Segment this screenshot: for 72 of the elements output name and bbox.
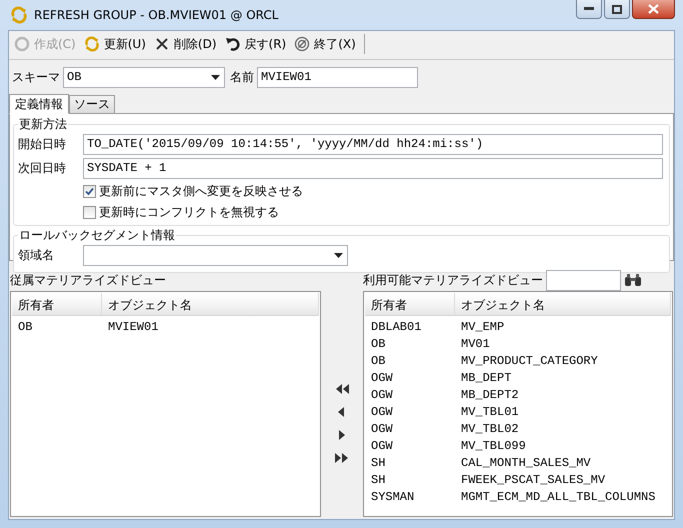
toolbar-button[interactable]: 削除(D) bbox=[150, 34, 220, 54]
table-cell-text: OB bbox=[17, 319, 34, 335]
tab[interactable]: ソース bbox=[69, 95, 115, 113]
toolbar-button[interactable]: 更新(U) bbox=[80, 34, 149, 54]
name-label: 名前 bbox=[230, 68, 254, 86]
group-title: 更新方法 bbox=[18, 116, 68, 133]
group-title: ロールバックセグメント情報 bbox=[18, 227, 176, 244]
checkbox[interactable] bbox=[83, 184, 96, 198]
table-cell-text: MGMT_ECM_MD_ALL_TBL_COLUMNS bbox=[460, 489, 656, 505]
binoculars-icon[interactable] bbox=[624, 273, 642, 287]
minimize-button[interactable] bbox=[576, 0, 602, 19]
checkbox-label: 更新前にマスタ側へ変更を反映させる bbox=[99, 182, 303, 200]
table-cell-text: SH bbox=[370, 455, 386, 471]
move-all-left-icon bbox=[334, 382, 350, 394]
toolbar-button[interactable]: 戻す(R) bbox=[222, 34, 290, 54]
table-cell-text: MB_DEPT2 bbox=[460, 387, 520, 403]
tab[interactable]: 定義情報 bbox=[9, 94, 69, 114]
list-title: 従属マテリアライズドビュー bbox=[10, 272, 166, 289]
refresh-icon bbox=[10, 6, 28, 24]
move-all-left-button[interactable] bbox=[334, 382, 350, 396]
name-field[interactable]: MVIEW01 bbox=[257, 66, 418, 88]
stop-icon bbox=[294, 36, 310, 52]
checkbox-label: 更新時にコンフリクトを無視する bbox=[99, 204, 279, 220]
close-icon bbox=[154, 36, 170, 52]
table-cell-text: DBLAB01 bbox=[370, 319, 422, 335]
table-cell-text: OGW bbox=[370, 370, 394, 386]
move-all-right-icon bbox=[334, 452, 350, 464]
circle-icon bbox=[14, 36, 30, 52]
field-label: 次回日時 bbox=[18, 160, 67, 177]
table-cell-text: OB bbox=[370, 336, 386, 352]
dropdown-caret-icon bbox=[211, 74, 220, 80]
table-cell-text: MV_TBL099 bbox=[460, 438, 527, 454]
table-cell-text: MB_DEPT bbox=[460, 370, 512, 386]
toolbar-button[interactable]: 終了(X) bbox=[291, 34, 359, 54]
column-header[interactable]: 所有者 bbox=[12, 293, 102, 315]
table-cell-text: MVIEW01 bbox=[107, 319, 160, 335]
column-header[interactable]: オブジェクト名 bbox=[102, 293, 319, 315]
search-field[interactable] bbox=[546, 270, 621, 290]
schema-dropdown[interactable]: OB bbox=[63, 66, 225, 88]
table-cell-text: OGW bbox=[370, 421, 394, 437]
table-cell-text: MV01 bbox=[460, 336, 491, 352]
refresh-icon bbox=[84, 36, 100, 52]
move-all-right-button[interactable] bbox=[334, 450, 350, 464]
table-cell-text: MV_EMP bbox=[460, 319, 506, 335]
table-cell-text: MV_PRODUCT_CATEGORY bbox=[460, 353, 599, 369]
maximize-button[interactable] bbox=[604, 0, 630, 19]
list-title: 利用可能マテリアライズドビュー bbox=[363, 272, 543, 288]
input-field[interactable]: SYSDATE + 1 bbox=[83, 158, 663, 179]
input-field[interactable]: TO_DATE('2015/09/09 10:14:55', 'yyyy/MM/dd hh24:mi:ss') bbox=[83, 134, 663, 155]
minimize-icon bbox=[584, 7, 594, 11]
table-cell-text: OB bbox=[370, 353, 386, 369]
table-cell-text: SYSMAN bbox=[370, 489, 416, 505]
table-cell-text: MV_TBL02 bbox=[460, 421, 520, 437]
table-cell-text: CAL_MONTH_SALES_MV bbox=[460, 455, 592, 471]
column-header[interactable]: オブジェクト名 bbox=[455, 293, 671, 315]
dropdown-caret-icon bbox=[334, 253, 343, 258]
checkbox[interactable] bbox=[83, 206, 96, 218]
column-header[interactable]: 所有者 bbox=[365, 293, 455, 315]
table-cell-text: SH bbox=[370, 472, 386, 488]
table-cell-text: OGW bbox=[370, 387, 394, 403]
table-cell-text: MV_TBL01 bbox=[460, 404, 520, 420]
table-cell-text: OGW bbox=[370, 438, 394, 454]
field-label: 領域名 bbox=[18, 247, 55, 264]
table-cell-text: FWEEK_PSCAT_SALES_MV bbox=[460, 472, 606, 488]
field-label: 開始日時 bbox=[18, 136, 67, 153]
window-title: REFRESH GROUP - OB.MVIEW01 @ ORCL bbox=[34, 8, 280, 22]
table-cell-text: OGW bbox=[370, 404, 394, 420]
maximize-icon bbox=[612, 4, 622, 14]
undo-icon bbox=[224, 36, 241, 52]
close-button[interactable] bbox=[632, 0, 675, 19]
schema-label: スキーマ bbox=[12, 68, 60, 86]
close-icon bbox=[648, 4, 659, 14]
